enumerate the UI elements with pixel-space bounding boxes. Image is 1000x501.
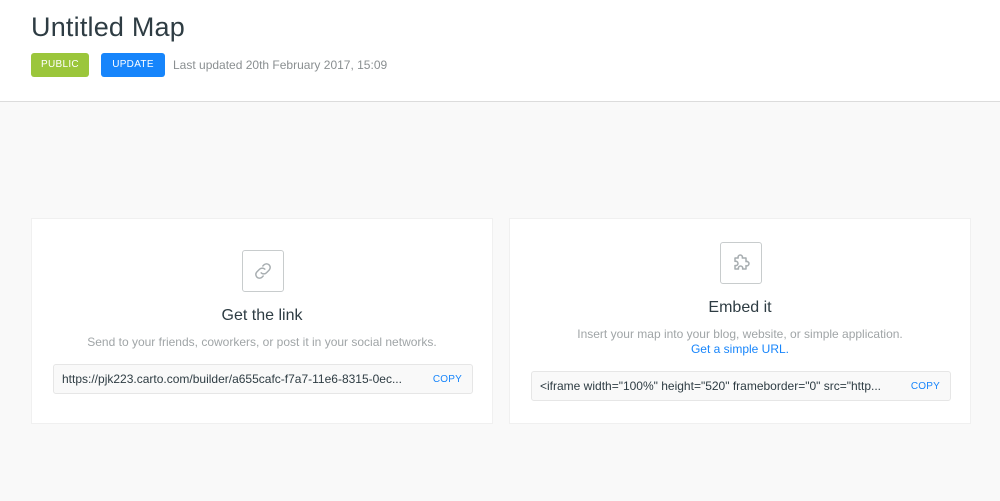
- link-icon: [242, 250, 284, 292]
- copy-embed-button[interactable]: COPY: [900, 381, 950, 392]
- page-header: Untitled Map PUBLIC UPDATE Last updated …: [0, 0, 1000, 102]
- embed-code-field[interactable]: <iframe width="100%" height="520" frameb…: [531, 371, 951, 401]
- embed-code-value[interactable]: <iframe width="100%" height="520" frameb…: [532, 379, 900, 393]
- get-simple-url-link[interactable]: Get a simple URL.: [510, 342, 970, 356]
- share-url-field[interactable]: https://pjk223.carto.com/builder/a655caf…: [53, 364, 473, 394]
- page-title: Untitled Map: [31, 12, 185, 42]
- get-link-description: Send to your friends, coworkers, or post…: [87, 335, 437, 349]
- share-url-value[interactable]: https://pjk223.carto.com/builder/a655caf…: [54, 372, 422, 386]
- header-status-row: PUBLIC UPDATE Last updated 20th February…: [31, 53, 387, 77]
- embed-card: Embed it Insert your map into your blog,…: [509, 218, 971, 424]
- embed-heading: Embed it: [708, 299, 772, 316]
- embed-description: Insert your map into your blog, website,…: [577, 327, 903, 341]
- last-updated-text: Last updated 20th February 2017, 15:09: [173, 58, 388, 72]
- copy-link-button[interactable]: COPY: [422, 374, 472, 385]
- puzzle-icon: [720, 242, 762, 284]
- public-badge[interactable]: PUBLIC: [31, 53, 89, 77]
- update-button[interactable]: UPDATE: [101, 53, 165, 77]
- get-link-heading: Get the link: [221, 307, 303, 324]
- get-link-card: Get the link Send to your friends, cowor…: [31, 218, 493, 424]
